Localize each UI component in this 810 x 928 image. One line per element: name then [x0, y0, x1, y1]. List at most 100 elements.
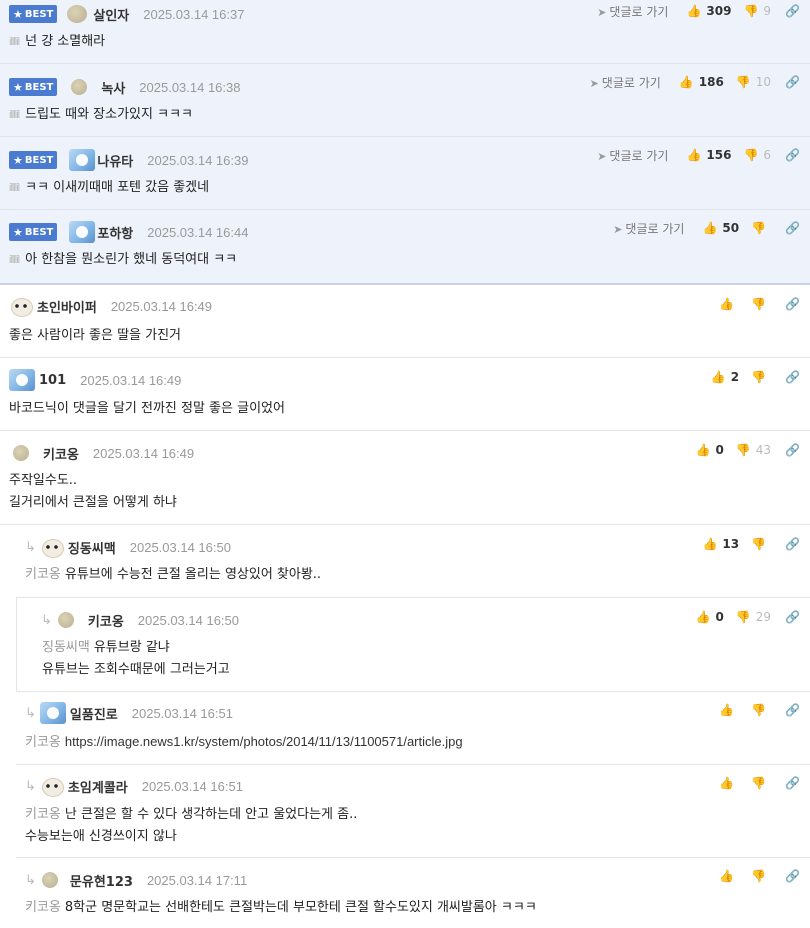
comment-nickname[interactable]: 키코옹 [43, 444, 79, 463]
avatar[interactable] [69, 221, 96, 243]
comment-tools: ➤ 댓글로 가기 👍 309 👎 9 🔗 [597, 0, 800, 22]
reply-target[interactable]: 키코옹 [25, 900, 61, 915]
reply-target[interactable]: 징동씨맥 [42, 640, 90, 655]
comment-nickname[interactable]: 포하항 [97, 223, 133, 242]
comment-nickname[interactable]: 문유현123 [70, 871, 133, 890]
comment-nickname[interactable]: 일품진로 [70, 704, 118, 723]
link-icon[interactable]: 🔗 [785, 443, 800, 457]
level-icon: illllil [9, 36, 20, 48]
goto-comment-link[interactable]: ➤ 댓글로 가기 [597, 147, 668, 164]
avatar[interactable] [39, 776, 64, 797]
comment-link[interactable]: https://image.news1.kr/system/photos/201… [65, 734, 463, 749]
send-arrow-icon: ➤ [597, 149, 607, 163]
comment-text: 키코옹 유튜브에 수능전 큰절 올리는 영상있어 찾아봥.. [25, 567, 322, 582]
comment-nickname[interactable]: 키코옹 [88, 611, 124, 630]
downvote-button[interactable]: 👎 [751, 297, 771, 311]
comment-nickname[interactable]: 101 [39, 373, 66, 388]
comment-text: illllil ㅋㅋ 이새끼때매 포텐 갔음 좋겠네 [9, 180, 210, 195]
thumbs-down-icon: 👎 [751, 869, 767, 883]
comment-nickname[interactable]: 살인자 [93, 5, 129, 24]
comment-nickname[interactable]: 징동씨맥 [68, 538, 116, 557]
thumbs-up-icon: 👍 [702, 537, 718, 551]
link-icon[interactable]: 🔗 [785, 148, 800, 162]
avatar[interactable] [67, 5, 88, 23]
reply-target[interactable]: 키코옹 [25, 735, 61, 750]
thumbs-up-icon: 👍 [695, 610, 711, 624]
link-icon[interactable]: 🔗 [785, 297, 800, 311]
avatar[interactable] [39, 702, 66, 724]
upvote-button[interactable]: 👍 13 [702, 537, 739, 551]
link-icon[interactable]: 🔗 [785, 869, 800, 883]
avatar[interactable] [71, 79, 88, 95]
goto-comment-link[interactable]: ➤ 댓글로 가기 [613, 220, 684, 237]
comment: 초인바이퍼 2025.03.14 16:49 👍 👎 🔗 좋은 사람이라 좋은 … [0, 285, 810, 358]
avatar[interactable] [69, 149, 96, 171]
downvote-button[interactable]: 👎 [751, 776, 771, 790]
thumbs-up-icon: 👍 [686, 148, 702, 162]
downvote-button[interactable]: 👎 [751, 703, 771, 717]
downvote-button[interactable]: 👎 [751, 869, 771, 883]
downvote-button[interactable]: 👎 6 [743, 148, 771, 162]
best-comment: ★ BEST 녹사 2025.03.14 16:38 ➤ 댓글로 가기 👍 186 👎… [0, 64, 810, 137]
upvote-button[interactable]: 👍 309 [686, 4, 731, 18]
thumbs-up-icon: 👍 [719, 869, 735, 883]
comment-nickname[interactable]: 초인바이퍼 [37, 297, 97, 316]
avatar[interactable] [9, 369, 35, 391]
comment-date: 2025.03.14 16:51 [131, 705, 233, 721]
link-icon[interactable]: 🔗 [785, 703, 800, 717]
avatar[interactable] [57, 612, 74, 628]
comment-date: 2025.03.14 16:50 [129, 539, 231, 555]
thumbs-down-icon: 👎 [735, 610, 751, 624]
avatar[interactable] [9, 296, 33, 317]
reply-target[interactable]: 키코옹 [25, 567, 61, 582]
comment-tools: ➤ 댓글로 가기 👍 50 👎 🔗 [613, 217, 800, 239]
comment-nickname[interactable]: 초임계콜라 [68, 777, 128, 796]
comment-date: 2025.03.14 16:49 [110, 298, 213, 314]
reply-comment: ↳ 키코옹 2025.03.14 16:50 👍 0 👎 29 🔗 징동씨맥 유튜브랑… [16, 598, 810, 692]
upvote-button[interactable]: 👍 186 [679, 75, 724, 89]
thumbs-down-icon: 👎 [751, 370, 767, 384]
link-icon[interactable]: 🔗 [785, 75, 800, 89]
goto-comment-link[interactable]: ➤ 댓글로 가기 [597, 3, 668, 20]
thumbs-up-icon: 👍 [719, 297, 735, 311]
link-icon[interactable]: 🔗 [785, 221, 800, 235]
comment-tools: 👍 👎 🔗 [719, 772, 800, 794]
send-arrow-icon: ➤ [589, 76, 599, 90]
downvote-button[interactable]: 👎 9 [743, 4, 771, 18]
link-icon[interactable]: 🔗 [785, 370, 800, 384]
upvote-button[interactable]: 👍 [719, 297, 739, 311]
upvote-button[interactable]: 👍 [719, 869, 739, 883]
downvote-button[interactable]: 👎 43 [736, 443, 771, 457]
downvote-button[interactable]: 👎 10 [736, 75, 771, 89]
upvote-button[interactable]: 👍 50 [702, 221, 739, 235]
downvote-button[interactable]: 👎 [751, 537, 771, 551]
avatar[interactable] [39, 537, 64, 558]
link-icon[interactable]: 🔗 [785, 610, 800, 624]
upvote-button[interactable]: 👍 0 [696, 443, 724, 457]
comment-nickname[interactable]: 나유타 [97, 151, 133, 170]
upvote-button[interactable]: 👍 2 [711, 370, 739, 384]
comment-nickname[interactable]: 녹사 [101, 78, 125, 97]
downvote-button[interactable]: 👎 [751, 370, 771, 384]
reply-arrow-icon: ↳ [25, 705, 36, 721]
thumbs-up-icon: 👍 [719, 776, 735, 790]
avatar[interactable] [41, 872, 58, 888]
downvote-button[interactable]: 👎 [751, 221, 771, 235]
upvote-button[interactable]: 👍 0 [696, 610, 724, 624]
link-icon[interactable]: 🔗 [785, 537, 800, 551]
reply-target[interactable]: 키코옹 [25, 807, 61, 822]
avatar[interactable] [13, 445, 29, 461]
downvote-button[interactable]: 👎 29 [736, 610, 771, 624]
comment-date: 2025.03.14 16:39 [147, 152, 249, 168]
upvote-button[interactable]: 👍 156 [686, 148, 731, 162]
link-icon[interactable]: 🔗 [785, 4, 800, 18]
level-icon: illllil [9, 254, 20, 266]
best-badge: ★ BEST [9, 5, 58, 23]
goto-comment-link[interactable]: ➤ 댓글로 가기 [590, 74, 661, 91]
link-icon[interactable]: 🔗 [785, 776, 800, 790]
comment-text: illllil 드립도 때와 장소가있지 ㅋㅋㅋ [9, 107, 193, 122]
upvote-button[interactable]: 👍 [719, 776, 739, 790]
upvote-button[interactable]: 👍 [719, 703, 739, 717]
best-badge: ★ BEST [9, 223, 58, 241]
comment-tools: 👍 0 👎 43 🔗 [696, 439, 801, 461]
